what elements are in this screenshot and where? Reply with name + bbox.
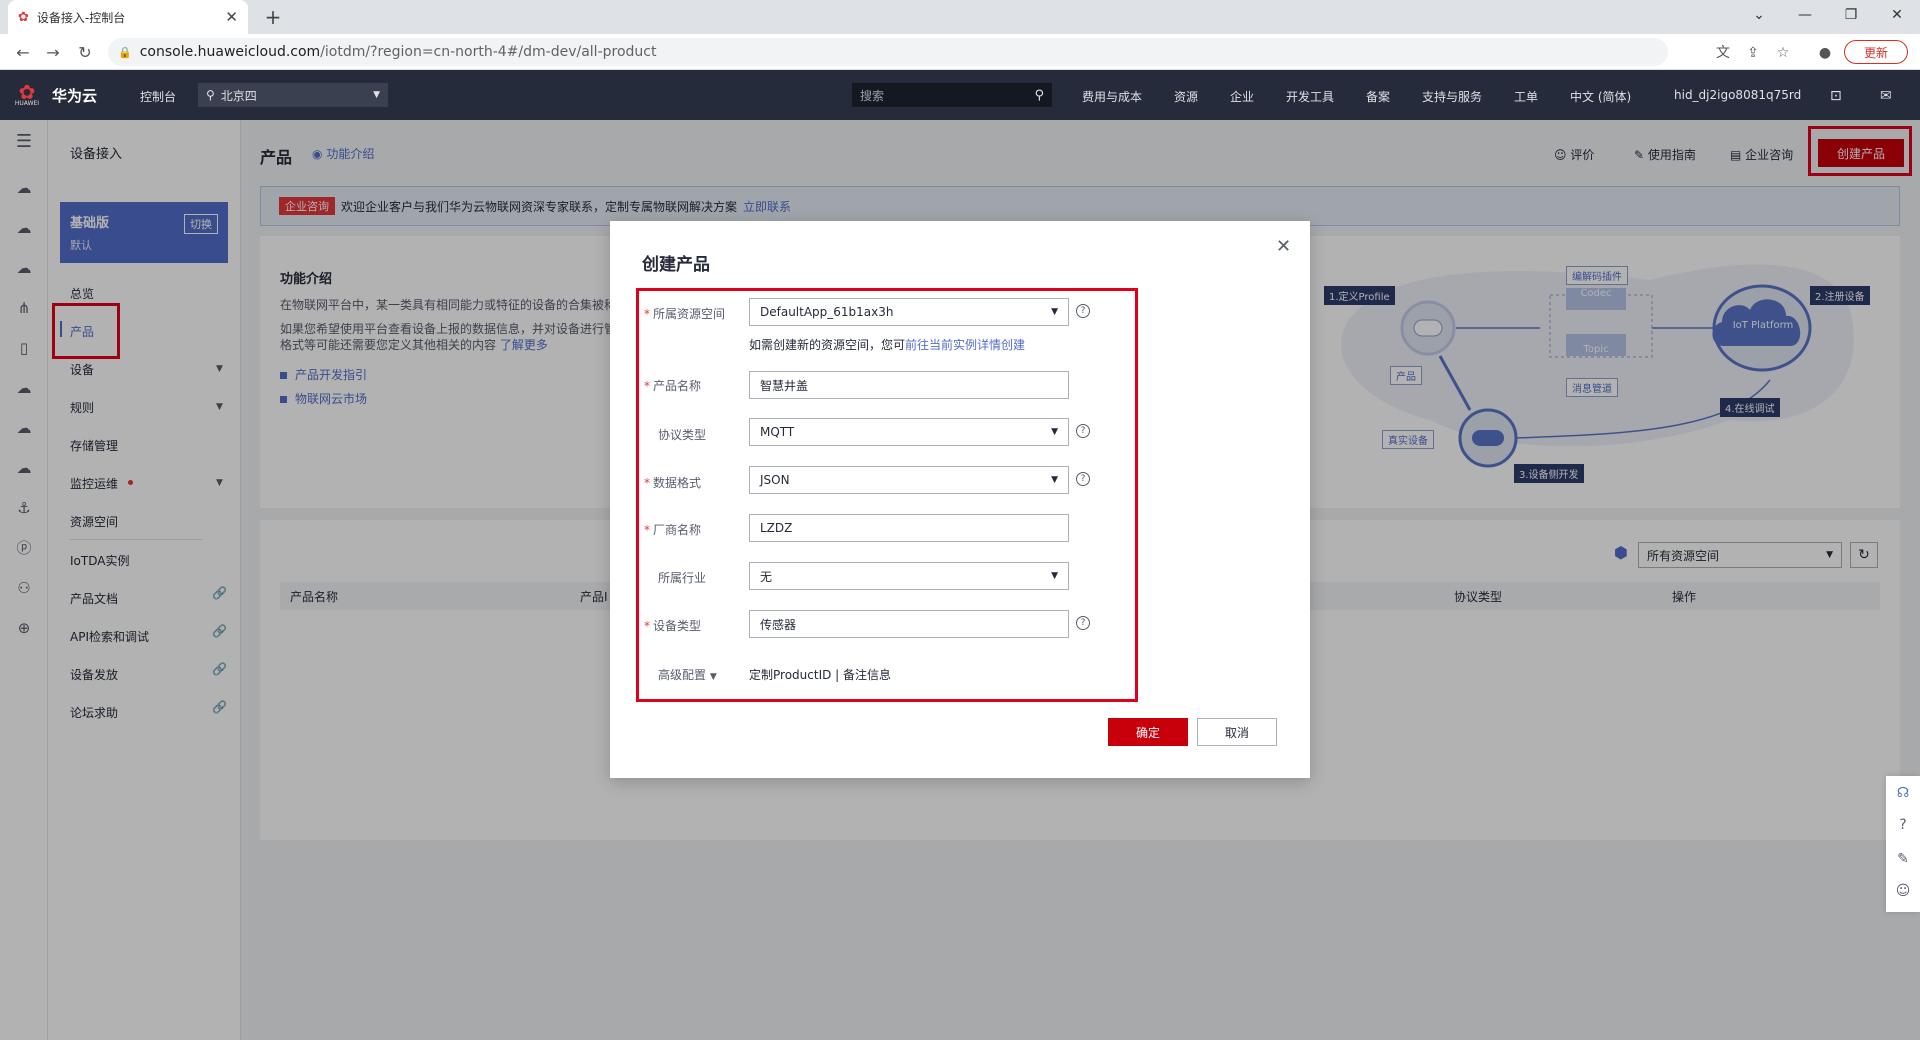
close-window-button[interactable]: ✕	[1874, 0, 1920, 30]
data-format-select[interactable]: JSON ▼	[749, 466, 1069, 494]
console-link[interactable]: 控制台	[140, 88, 176, 105]
mail-icon[interactable]: ✉	[1880, 88, 1892, 104]
protocol-select[interactable]: MQTT ▼	[749, 418, 1069, 446]
new-tab-button[interactable]: +	[260, 4, 286, 30]
label-data-format: * 数据格式	[644, 476, 702, 490]
help-icon[interactable]: ?	[1076, 304, 1090, 318]
tab-title: 设备接入-控制台	[36, 10, 126, 25]
nav-devtools[interactable]: 开发工具	[1286, 88, 1334, 105]
device-type-input[interactable]: 传感器	[749, 610, 1069, 638]
huawei-favicon-icon: ✿	[18, 9, 29, 25]
bookmark-star-icon[interactable]: ☆	[1772, 42, 1794, 64]
browser-tab[interactable]: ✿ 设备接入-控制台 ✕	[8, 0, 248, 34]
url-input[interactable]: 🔒 console.huaweicloud.com/iotdm/?region=…	[108, 38, 1668, 66]
headset-icon[interactable]: ☊	[1892, 782, 1914, 804]
close-tab-icon[interactable]: ✕	[225, 8, 238, 26]
product-name-input[interactable]: 智慧井盖	[749, 371, 1069, 399]
vendor-name-input[interactable]: LZDZ	[749, 514, 1069, 542]
dialog-title: 创建产品	[642, 255, 710, 275]
region-select[interactable]: ⚲ 北京四 ▼	[198, 83, 388, 107]
help-icon[interactable]: ?	[1892, 814, 1914, 836]
maximize-button[interactable]: ❐	[1828, 0, 1874, 30]
label-industry: 所属行业	[658, 571, 707, 585]
advanced-config-toggle[interactable]: 高级配置 ▼	[658, 666, 717, 683]
nav-language[interactable]: 中文 (简体)	[1570, 88, 1631, 105]
label-product-name: * 产品名称	[644, 379, 702, 393]
modal-backdrop-left[interactable]	[0, 120, 241, 1040]
update-button[interactable]: 更新	[1844, 40, 1908, 64]
confirm-button[interactable]: 确定	[1108, 718, 1188, 746]
help-icon[interactable]: ?	[1076, 472, 1090, 486]
label-resource-space: * 所属资源空间	[644, 307, 726, 321]
create-space-link[interactable]: 前往当前实例详情创建	[905, 338, 1025, 352]
nav-resource[interactable]: 资源	[1174, 88, 1198, 105]
chevron-down-icon: ▼	[373, 90, 380, 100]
huawei-logo[interactable]: ✿ HUAWEI	[12, 80, 42, 110]
tab-search-icon[interactable]: ⌄	[1736, 0, 1782, 30]
resource-space-hint: 如需创建新的资源空间，您可前往当前实例详情创建	[749, 338, 1026, 352]
back-icon[interactable]: ←	[12, 42, 34, 64]
nav-support[interactable]: 支持与服务	[1422, 88, 1482, 105]
minimize-button[interactable]: —	[1782, 0, 1828, 30]
advanced-config-links[interactable]: 定制ProductID | 备注信息	[749, 666, 891, 683]
nav-cost[interactable]: 费用与成本	[1082, 88, 1142, 105]
nav-enterprise[interactable]: 企业	[1230, 88, 1254, 105]
forward-icon[interactable]: →	[42, 42, 64, 64]
profile-avatar-icon[interactable]: ●	[1814, 42, 1836, 64]
location-pin-icon: ⚲	[206, 88, 215, 102]
industry-select[interactable]: 无 ▼	[749, 562, 1069, 590]
search-input[interactable]: 搜索 ⚲	[852, 83, 1052, 107]
resource-space-select[interactable]: DefaultApp_61b1ax3h ▼	[749, 298, 1069, 326]
translate-icon[interactable]: 文	[1712, 42, 1734, 64]
close-icon[interactable]: ✕	[1276, 236, 1291, 257]
share-icon[interactable]: ⇪	[1742, 42, 1764, 64]
chevron-down-icon: ▼	[1051, 475, 1058, 485]
cancel-button[interactable]: 取消	[1197, 718, 1277, 746]
search-icon: ⚲	[1034, 87, 1044, 103]
brand-name[interactable]: 华为云	[52, 85, 97, 106]
nav-ticket[interactable]: 工单	[1514, 88, 1538, 105]
chevron-down-icon: ▼	[1051, 427, 1058, 437]
help-icon[interactable]: ?	[1076, 424, 1090, 438]
nav-account[interactable]: hid_dj2igo8081q75rd	[1674, 88, 1801, 102]
smile-icon[interactable]: ☺	[1892, 880, 1914, 902]
chevron-down-icon: ▼	[1051, 307, 1058, 317]
nav-filing[interactable]: 备案	[1366, 88, 1390, 105]
chevron-down-icon: ▼	[709, 672, 717, 682]
chevron-down-icon: ▼	[1051, 571, 1058, 581]
browser-tabstrip	[0, 0, 1920, 34]
url-path: /iotdm/?region=cn-north-4#/dm-dev/all-pr…	[320, 44, 657, 60]
feedback-icon[interactable]: ✎	[1892, 848, 1914, 870]
help-icon[interactable]: ?	[1076, 616, 1090, 630]
terminal-icon[interactable]: ⊡	[1830, 88, 1842, 104]
lock-icon: 🔒	[118, 45, 132, 59]
label-protocol: 协议类型	[658, 428, 707, 442]
label-device-type: * 设备类型	[644, 619, 702, 633]
label-vendor-name: * 厂商名称	[644, 523, 702, 537]
reload-icon[interactable]: ↻	[74, 42, 96, 64]
url-host: console.huaweicloud.com	[139, 44, 321, 60]
